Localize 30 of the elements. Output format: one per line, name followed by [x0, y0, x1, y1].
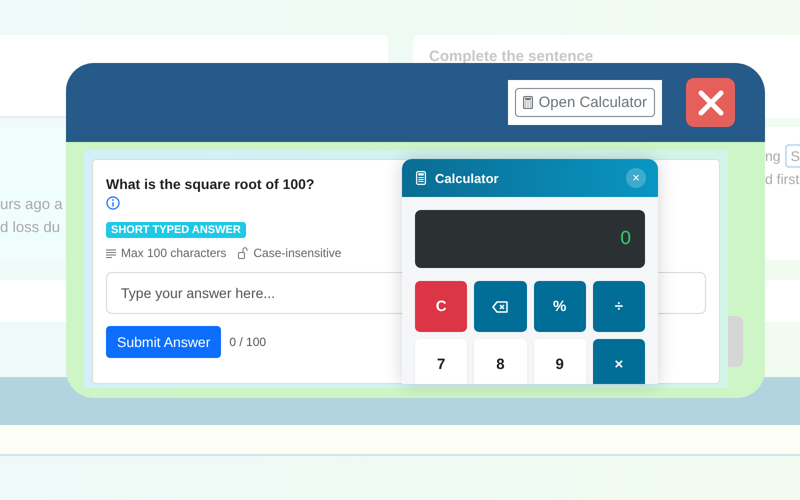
character-counter: 0 / 100 — [229, 335, 266, 349]
scrollbar-thumb[interactable] — [728, 316, 743, 367]
calculator-key[interactable]: 7 — [415, 339, 468, 384]
open-calculator-button[interactable]: Open Calculator — [514, 88, 655, 117]
type-badge: SHORT TYPED ANSWER — [106, 222, 246, 238]
calculator-icon — [522, 96, 533, 109]
question-text: What is the square root of 100? — [106, 176, 314, 192]
unlock-icon — [238, 247, 248, 259]
close-icon — [698, 90, 724, 116]
hint-text: Case-insensitive — [253, 246, 342, 260]
backspace-button[interactable] — [474, 281, 526, 332]
calculator-key[interactable]: ÷ — [592, 281, 645, 332]
submit-button[interactable]: Submit Answer — [106, 326, 222, 358]
calculator-key[interactable]: 8 — [474, 339, 526, 384]
calculator-icon — [416, 171, 426, 185]
body-text: d first — [765, 170, 800, 189]
calculator-key[interactable]: 9 — [534, 339, 586, 384]
body-text: d loss du — [0, 218, 60, 238]
display-value: 0 — [620, 228, 631, 250]
info-icon[interactable] — [106, 196, 120, 210]
lines-icon — [106, 248, 116, 258]
backspace-icon — [492, 300, 508, 312]
body-text: urs ago a — [0, 195, 63, 215]
calculator-title: Calculator — [435, 170, 500, 186]
calculator-key[interactable]: % — [534, 281, 586, 332]
calculator-key[interactable]: C — [415, 281, 468, 332]
calculator-key[interactable]: × — [592, 339, 645, 384]
hint-text: Max 100 characters — [121, 246, 226, 260]
close-button[interactable] — [686, 78, 735, 127]
body-text: ng — [765, 147, 781, 166]
